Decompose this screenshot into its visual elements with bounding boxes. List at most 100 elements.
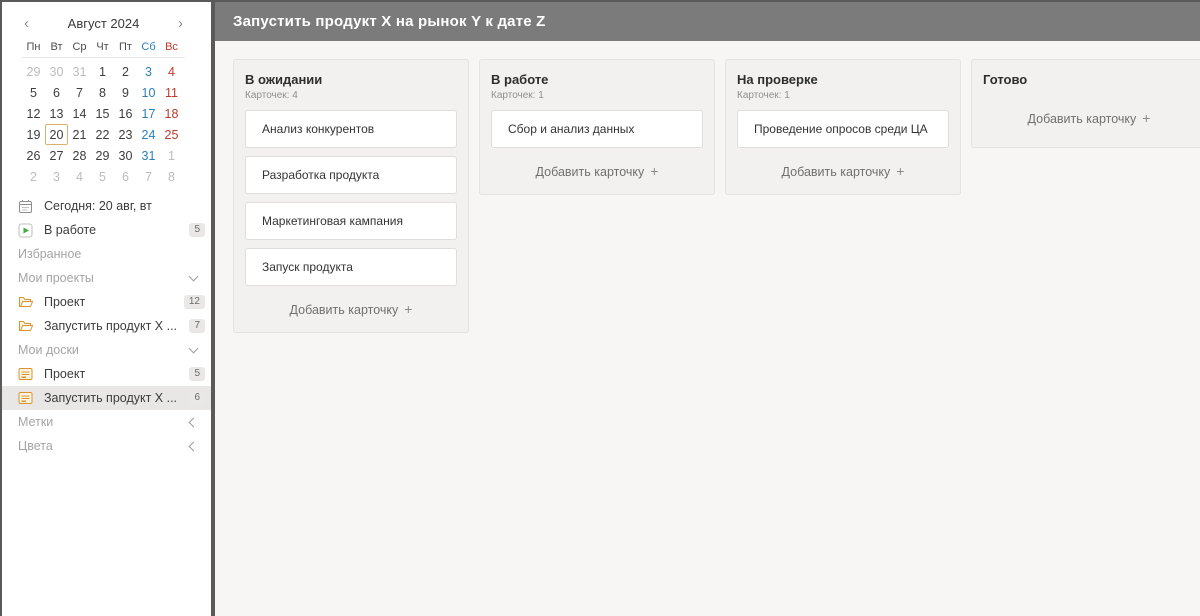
calendar-day[interactable]: 10: [137, 82, 160, 103]
calendar-day[interactable]: 8: [91, 82, 114, 103]
board-header: Запустить продукт X на рынок Y к дате Z: [215, 2, 1200, 41]
board-icon: [18, 367, 35, 382]
calendar-day[interactable]: 27: [45, 145, 68, 166]
sidebar-item-label: Проект: [44, 367, 86, 381]
plus-icon: +: [1142, 110, 1151, 126]
kanban-card[interactable]: Разработка продукта: [245, 156, 457, 194]
sidebar-item-project-folder[interactable]: Проект 12: [2, 290, 211, 314]
chevron-left-icon[interactable]: [188, 417, 199, 427]
calendar-day[interactable]: 3: [45, 166, 68, 187]
calendar-day[interactable]: 29: [22, 61, 45, 82]
sidebar-item-colors[interactable]: Цвета: [2, 434, 211, 458]
add-card-label: Добавить карточку: [781, 165, 891, 179]
calendar-day[interactable]: 15: [91, 103, 114, 124]
board-icon: [18, 391, 35, 406]
calendar-day[interactable]: 4: [160, 61, 183, 82]
calendar-day[interactable]: 30: [45, 61, 68, 82]
calendar-day[interactable]: 19: [22, 124, 45, 145]
sidebar-item-launch-product-folder[interactable]: Запустить продукт X ... 7: [2, 314, 211, 338]
calendar-day[interactable]: 16: [114, 103, 137, 124]
kanban-board: В ожидании Карточек: 4 Анализ конкурентов Р…: [215, 41, 1200, 351]
column-card-count: Карточек: 1: [491, 90, 544, 101]
column-card-count: Карточек: 4: [245, 90, 298, 101]
calendar-day[interactable]: 24: [137, 124, 160, 145]
sidebar-item-label: Метки: [18, 415, 54, 429]
calendar-day[interactable]: 14: [68, 103, 91, 124]
plus-icon: +: [650, 163, 659, 179]
add-card-button[interactable]: Добавить карточку +: [245, 298, 457, 320]
weekday-label: Пт: [119, 41, 132, 53]
sidebar-item-label: Запустить продукт X ...: [44, 319, 178, 333]
column-review: На проверке Карточек: 1 Проведение опросов…: [725, 59, 961, 195]
calendar-day[interactable]: 4: [68, 166, 91, 187]
kanban-card[interactable]: Сбор и анализ данных: [491, 110, 703, 148]
calendar-day[interactable]: 28: [68, 145, 91, 166]
kanban-card[interactable]: Анализ конкурентов: [245, 110, 457, 148]
kanban-card[interactable]: Проведение опросов среди ЦА: [737, 110, 949, 148]
add-card-label: Добавить карточку: [535, 165, 645, 179]
calendar-day[interactable]: 17: [137, 103, 160, 124]
column-title: В ожидании: [245, 72, 323, 87]
calendar-day[interactable]: 11: [160, 82, 183, 103]
calendar: ‹ Август 2024 › Пн Вт Ср Чт Пт Сб Вс 29 30 31 1 2 3…: [2, 2, 211, 187]
count-badge: 12: [183, 295, 205, 309]
calendar-day[interactable]: 7: [137, 166, 160, 187]
add-card-button[interactable]: Добавить карточку +: [491, 160, 703, 182]
calendar-day[interactable]: 1: [91, 61, 114, 82]
calendar-day[interactable]: 23: [114, 124, 137, 145]
sidebar-item-project-board[interactable]: Проект 5: [2, 362, 211, 386]
sidebar-item-in-work[interactable]: В работе 5: [2, 218, 211, 242]
calendar-day[interactable]: 26: [22, 145, 45, 166]
calendar-day[interactable]: 5: [91, 166, 114, 187]
calendar-day[interactable]: 3: [137, 61, 160, 82]
sidebar-item-label: Запустить продукт X ...: [44, 391, 178, 405]
card-list: Сбор и анализ данных: [491, 110, 703, 148]
main-area: Запустить продукт X на рынок Y к дате Z …: [215, 2, 1200, 616]
sidebar-item-tags[interactable]: Метки: [2, 410, 211, 434]
chevron-down-icon[interactable]: [188, 343, 199, 354]
calendar-day[interactable]: 6: [45, 82, 68, 103]
add-card-button[interactable]: Добавить карточку +: [737, 160, 949, 182]
calendar-day[interactable]: 29: [91, 145, 114, 166]
calendar-day[interactable]: 18: [160, 103, 183, 124]
calendar-weekday-row: Пн Вт Ср Чт Пт Сб Вс: [22, 41, 185, 58]
calendar-day[interactable]: 9: [114, 82, 137, 103]
sidebar-item-label: Цвета: [18, 439, 53, 453]
column-card-count: Карточек: 1: [737, 90, 790, 101]
plus-icon: +: [404, 301, 413, 317]
sidebar-item-launch-product-board[interactable]: Запустить продукт X ... 6: [2, 386, 211, 410]
calendar-day[interactable]: 22: [91, 124, 114, 145]
sidebar-item-my-projects[interactable]: Мои проекты: [2, 266, 211, 290]
calendar-day[interactable]: 7: [68, 82, 91, 103]
calendar-day[interactable]: 25: [160, 124, 183, 145]
calendar-day-selected[interactable]: 20: [45, 124, 68, 145]
sidebar-item-my-boards[interactable]: Мои доски: [2, 338, 211, 362]
calendar-day[interactable]: 2: [22, 166, 45, 187]
calendar-day[interactable]: 5: [22, 82, 45, 103]
add-card-button[interactable]: Добавить карточку +: [983, 107, 1195, 129]
calendar-day[interactable]: 12: [22, 103, 45, 124]
plus-icon: +: [896, 163, 905, 179]
calendar-day[interactable]: 21: [68, 124, 91, 145]
calendar-icon: [18, 199, 35, 214]
kanban-card[interactable]: Запуск продукта: [245, 248, 457, 286]
calendar-day[interactable]: 1: [160, 145, 183, 166]
calendar-title: Август 2024: [67, 15, 140, 31]
calendar-day[interactable]: 2: [114, 61, 137, 82]
calendar-prev-icon[interactable]: ‹: [22, 16, 31, 31]
chevron-left-icon[interactable]: [188, 441, 199, 451]
calendar-day[interactable]: 6: [114, 166, 137, 187]
chevron-down-icon[interactable]: [188, 271, 199, 282]
calendar-day[interactable]: 31: [68, 61, 91, 82]
count-badge: 5: [189, 223, 205, 237]
calendar-day[interactable]: 13: [45, 103, 68, 124]
sidebar-item-favorites[interactable]: Избранное: [2, 242, 211, 266]
sidebar-item-today[interactable]: Сегодня: 20 авг, вт: [2, 194, 211, 218]
sidebar-item-label: Мои проекты: [18, 271, 94, 285]
calendar-day[interactable]: 8: [160, 166, 183, 187]
calendar-next-icon[interactable]: ›: [176, 16, 185, 31]
kanban-card[interactable]: Маркетинговая кампания: [245, 202, 457, 240]
calendar-day[interactable]: 30: [114, 145, 137, 166]
sidebar: ‹ Август 2024 › Пн Вт Ср Чт Пт Сб Вс 29 30 31 1 2 3…: [2, 2, 211, 616]
calendar-day[interactable]: 31: [137, 145, 160, 166]
